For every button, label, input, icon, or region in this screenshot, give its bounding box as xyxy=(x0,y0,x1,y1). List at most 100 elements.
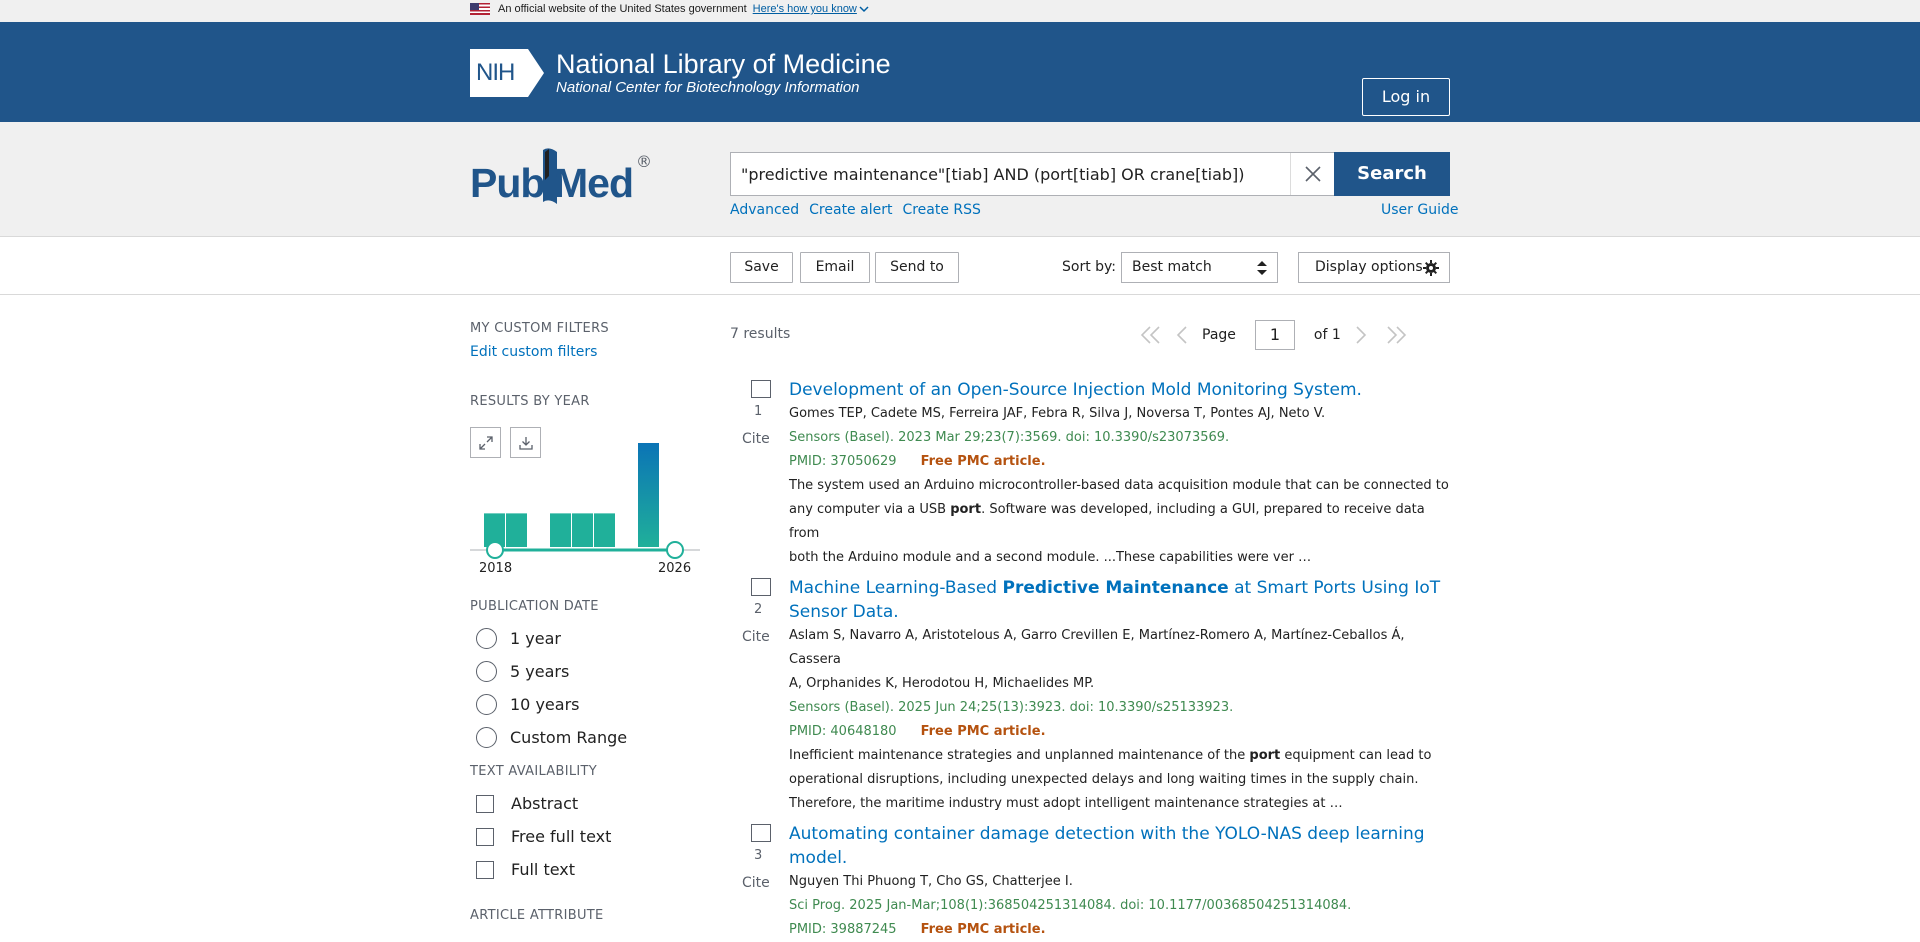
year-range-start-handle[interactable] xyxy=(486,541,504,559)
advanced-search-link[interactable]: Advanced xyxy=(730,202,799,218)
result-checkbox[interactable] xyxy=(751,578,771,596)
year-bar-2019[interactable] xyxy=(506,513,527,547)
result-article-1: 1 Cite Development of an Open-Source Inj… xyxy=(730,378,1450,570)
create-alert-link[interactable]: Create alert xyxy=(809,202,892,218)
cite-button[interactable]: Cite xyxy=(742,875,770,891)
user-guide-link[interactable]: User Guide xyxy=(1381,202,1458,218)
pubmed-logo-link[interactable]: Pub Med ® xyxy=(470,146,652,212)
expand-icon xyxy=(478,435,493,450)
search-area: Pub Med ® Search Advanced Create alert C… xyxy=(0,122,1920,237)
clear-search-button[interactable] xyxy=(1290,153,1334,195)
snippet-line: The system used an Arduino microcontroll… xyxy=(789,478,1449,493)
download-chart-button[interactable] xyxy=(510,427,541,458)
radio-button[interactable] xyxy=(476,628,497,649)
radio-button[interactable] xyxy=(476,661,497,682)
send-to-button[interactable]: Send to xyxy=(875,252,959,283)
display-options-label: Display options xyxy=(1315,259,1423,275)
search-links: Advanced Create alert Create RSS xyxy=(730,202,981,218)
title-highlight: Predictive Maintenance xyxy=(1002,578,1229,598)
checkbox[interactable] xyxy=(476,860,494,879)
pagination: Page 1 of 1 xyxy=(1140,320,1407,350)
snippet-text: any computer via a USB xyxy=(789,502,951,517)
snippet-line: any computer via a USB port. Software wa… xyxy=(789,498,1450,546)
pubmed-logo-med: Med xyxy=(554,160,634,206)
pubdate-label: 5 years xyxy=(510,662,570,681)
page-number-input[interactable]: 1 xyxy=(1254,320,1295,350)
nlm-logo-link[interactable]: NIH National Library of Medicine Nationa… xyxy=(470,49,891,97)
last-page-icon[interactable] xyxy=(1385,326,1407,344)
snippet-line: Inefficient maintenance strategies and u… xyxy=(789,744,1450,768)
result-checkbox[interactable] xyxy=(751,380,771,398)
search-button[interactable]: Search xyxy=(1334,152,1450,196)
text-availability-label: Abstract xyxy=(511,794,579,813)
text-availability-free-full-text[interactable]: Free full text xyxy=(470,820,700,853)
email-button[interactable]: Email xyxy=(800,252,870,283)
radio-button[interactable] xyxy=(476,727,497,748)
page-of-label: of 1 xyxy=(1313,327,1341,343)
result-pmid: PMID: 39887245 xyxy=(789,922,897,937)
cite-button[interactable]: Cite xyxy=(742,431,770,447)
pubdate-label: 10 years xyxy=(510,695,580,714)
gov-banner-content: An official website of the United States… xyxy=(470,3,869,15)
save-button[interactable]: Save xyxy=(730,252,793,283)
previous-page-icon[interactable] xyxy=(1176,326,1188,344)
edit-custom-filters-link[interactable]: Edit custom filters xyxy=(470,344,700,360)
checkbox[interactable] xyxy=(476,794,494,813)
first-page-icon[interactable] xyxy=(1140,326,1162,344)
create-rss-link[interactable]: Create RSS xyxy=(902,202,980,218)
results-count: 7 results xyxy=(730,326,791,342)
expand-chart-button[interactable] xyxy=(470,427,501,458)
sort-by-label: Sort by: xyxy=(1062,259,1117,275)
result-title-link[interactable]: Automating container damage detection wi… xyxy=(789,822,1450,870)
result-article-3: 3 Cite Automating container damage detec… xyxy=(730,822,1450,942)
pubdate-option-5-years[interactable]: 5 years xyxy=(470,655,700,688)
results-toolbar: Save Email Send to Sort by: Best match D… xyxy=(0,237,1920,295)
heres-how-you-know-link[interactable]: Here's how you know xyxy=(753,3,869,15)
result-pmid-row: PMID: 37050629 Free PMC article. xyxy=(789,450,1450,474)
year-start-label: 2018 xyxy=(479,561,513,576)
download-icon xyxy=(518,436,533,450)
cite-button[interactable]: Cite xyxy=(742,629,770,645)
authors-line: A, Orphanides K, Herodotou H, Michaelide… xyxy=(789,676,1095,691)
result-checkbox[interactable] xyxy=(751,824,771,842)
nlm-header: NIH National Library of Medicine Nationa… xyxy=(0,22,1920,122)
year-range-end-handle[interactable] xyxy=(666,541,684,559)
chevron-down-icon xyxy=(859,6,869,13)
year-bar-2022[interactable] xyxy=(572,513,593,547)
gov-banner: An official website of the United States… xyxy=(0,0,1920,22)
snippet-highlight: port xyxy=(1249,748,1281,763)
display-options-button[interactable]: Display options xyxy=(1298,252,1450,283)
result-pmid-row: PMID: 39887245 Free PMC article. xyxy=(789,918,1450,942)
search-input[interactable] xyxy=(731,153,1291,195)
radio-button[interactable] xyxy=(476,694,497,715)
result-title-link[interactable]: Machine Learning-Based Predictive Mainte… xyxy=(789,576,1450,624)
snippet-highlight: port xyxy=(950,502,982,517)
result-title-link[interactable]: Development of an Open-Source Injection … xyxy=(789,378,1450,402)
year-bar-2025[interactable] xyxy=(638,443,659,547)
custom-filters-heading: MY CUSTOM FILTERS xyxy=(470,321,609,336)
text-availability-full-text[interactable]: Full text xyxy=(470,853,700,886)
checkbox[interactable] xyxy=(476,827,494,846)
sort-by-select[interactable]: Best match xyxy=(1121,252,1278,283)
filters-sidebar: MY CUSTOM FILTERS Edit custom filters RE… xyxy=(470,296,700,923)
result-number: 1 xyxy=(754,404,763,419)
result-authors: Nguyen Thi Phuong T, Cho GS, Chatterjee … xyxy=(789,874,1073,889)
nlm-text: National Library of Medicine National Ce… xyxy=(556,49,891,97)
login-button[interactable]: Log in xyxy=(1362,78,1450,116)
results-by-year-heading: RESULTS BY YEAR xyxy=(470,394,590,409)
text-availability-label: Free full text xyxy=(511,827,612,846)
sort-arrows-icon xyxy=(1257,261,1267,275)
results-by-year-chart[interactable] xyxy=(470,416,700,566)
pubdate-option-10-years[interactable]: 10 years xyxy=(470,688,700,721)
next-page-icon[interactable] xyxy=(1355,326,1367,344)
title-text: Sensor Data. xyxy=(789,602,899,622)
result-snippet: The system used an Arduino microcontroll… xyxy=(789,474,1450,570)
close-icon xyxy=(1304,166,1321,182)
result-authors: Gomes TEP, Cadete MS, Ferreira JAF, Febr… xyxy=(789,406,1326,421)
year-bar-2021[interactable] xyxy=(550,513,571,547)
pubdate-option-custom-range[interactable]: Custom Range xyxy=(470,721,700,754)
text-availability-abstract[interactable]: Abstract xyxy=(470,787,700,820)
year-bar-2023[interactable] xyxy=(594,513,615,547)
pubdate-option-1-year[interactable]: 1 year xyxy=(470,622,700,655)
results-header: 7 results Page 1 of 1 xyxy=(730,320,1450,350)
